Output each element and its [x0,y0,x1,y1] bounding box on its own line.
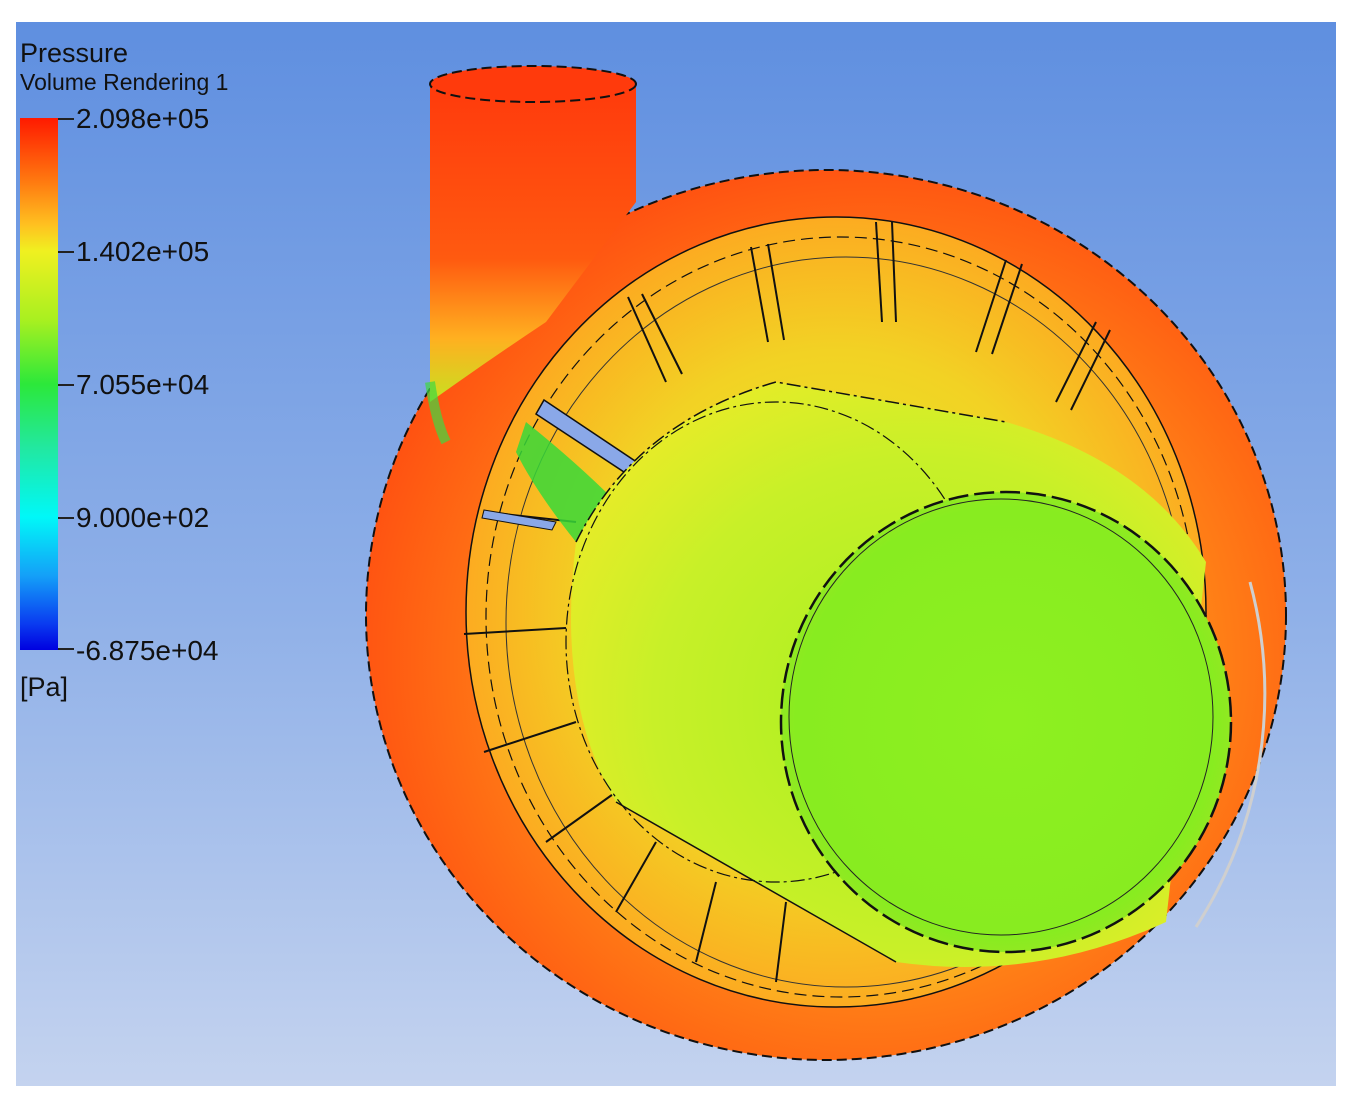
colorbar-tick-label: 7.055e+04 [76,369,210,400]
colorbar-tick-label: 9.000e+02 [76,502,210,533]
legend-title: Pressure [20,38,129,68]
colorbar-tick-label: -6.875e+04 [76,635,219,666]
colorbar-tick [58,251,74,253]
legend-subtitle: Volume Rendering 1 [20,69,229,95]
suction-eye [779,490,1233,954]
colorbar-tick [58,517,74,519]
pressure-legend: Pressure Volume Rendering 1 2.098e+05 1.… [16,22,316,722]
colorbar-tick-label: 2.098e+05 [76,103,210,134]
colorbar [20,118,58,650]
colorbar-tick [58,384,74,386]
colorbar-tick [58,648,74,650]
colorbar-tick-label: 1.402e+05 [76,236,210,267]
legend-unit: [Pa] [20,672,69,702]
colorbar-tick [58,118,74,120]
cfd-viewport[interactable]: Pressure Volume Rendering 1 2.098e+05 1.… [16,22,1336,1086]
